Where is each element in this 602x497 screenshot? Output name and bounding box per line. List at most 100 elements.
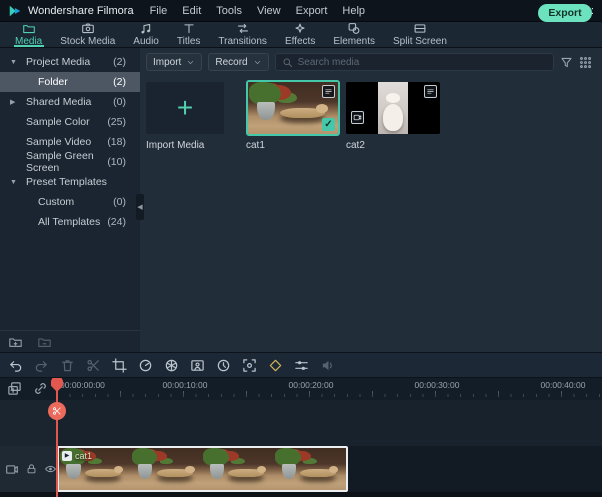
- delete-folder-icon[interactable]: [37, 335, 52, 349]
- menu-edit[interactable]: Edit: [182, 5, 201, 17]
- audio-mixer-icon[interactable]: [319, 357, 335, 373]
- music-notes-icon: [139, 22, 153, 35]
- timeline-clip-cat1[interactable]: ▶ cat1: [57, 446, 348, 492]
- add-folder-icon[interactable]: [8, 335, 23, 349]
- ruler-timestamp: 00:00:40:00: [541, 380, 586, 390]
- import-media-tile[interactable]: +: [146, 82, 224, 134]
- undo-icon[interactable]: [7, 357, 23, 373]
- sidebar-item-sample-video[interactable]: Sample Video (18): [0, 132, 140, 152]
- timeline-tools: [7, 381, 48, 396]
- media-panel: Import Record + Import Media ✓: [140, 48, 602, 352]
- filmora-window: Wondershare Filmora File Edit Tools View…: [0, 0, 602, 497]
- tab-effects[interactable]: Effects: [276, 22, 324, 47]
- chevron-right-icon[interactable]: ▶: [10, 98, 15, 106]
- search-input[interactable]: [298, 57, 547, 68]
- sidebar-item-all-templates[interactable]: All Templates (24): [0, 212, 140, 232]
- import-dropdown[interactable]: Import: [146, 53, 202, 71]
- timeline-ruler[interactable]: 00:00:00:00 00:00:10:00 00:00:20:00 00:0…: [0, 378, 602, 400]
- video-track-controls: [0, 446, 57, 492]
- sidebar-item-sample-color[interactable]: Sample Color (25): [0, 112, 140, 132]
- clip-frame: [131, 448, 203, 490]
- tab-transitions[interactable]: Transitions: [209, 22, 276, 47]
- grid-view-icon[interactable]: [579, 56, 592, 69]
- media-item-cat1[interactable]: ✓: [246, 80, 340, 136]
- transitions-arrows-icon: [236, 22, 250, 35]
- menu-items: File Edit Tools View Export Help: [150, 5, 365, 17]
- sidebar-item-sample-green-screen[interactable]: Sample Green Screen (10): [0, 152, 140, 172]
- speed-icon[interactable]: [137, 357, 153, 373]
- folder-icon: [22, 22, 36, 35]
- cat1-label: cat1: [246, 140, 265, 151]
- ruler-timestamp: 00:00:30:00: [415, 380, 460, 390]
- play-icon: ▶: [62, 451, 72, 461]
- adjust-icon[interactable]: [293, 357, 309, 373]
- ruler-timestamp: 00:00:00:00: [60, 380, 105, 390]
- tab-split-screen[interactable]: Split Screen: [384, 22, 456, 47]
- menu-export[interactable]: Export: [296, 5, 328, 17]
- playhead-split-button[interactable]: [48, 402, 66, 420]
- chevron-down-icon: [253, 58, 262, 67]
- sidebar-item-preset-templates[interactable]: ▼ Preset Templates: [0, 172, 140, 192]
- plus-icon: +: [177, 94, 193, 122]
- timeline-bottom-strip: [0, 492, 602, 497]
- link-icon[interactable]: [33, 381, 48, 396]
- redo-icon[interactable]: [33, 357, 49, 373]
- media-item-cat2[interactable]: [346, 82, 440, 134]
- media-info-badge-icon[interactable]: [322, 85, 335, 98]
- tab-media[interactable]: Media: [6, 22, 51, 47]
- media-toolbar: Import Record: [140, 48, 602, 76]
- ruler-minor-ticks: [57, 394, 602, 397]
- ruler-timestamp: 00:00:20:00: [289, 380, 334, 390]
- scissors-icon: [52, 406, 62, 416]
- green-screen-icon[interactable]: [189, 357, 205, 373]
- app-title: Wondershare Filmora: [28, 5, 134, 17]
- clip-frame: [203, 448, 275, 490]
- tab-audio[interactable]: Audio: [124, 22, 168, 47]
- titles-t-icon: [182, 22, 196, 35]
- filmora-logo-icon: [8, 4, 22, 18]
- keyframe-icon[interactable]: [267, 357, 283, 373]
- chevron-down-icon[interactable]: ▼: [10, 59, 17, 66]
- export-button[interactable]: Export: [538, 4, 592, 22]
- record-dropdown[interactable]: Record: [208, 53, 268, 71]
- video-track-1[interactable]: ▶ cat1: [57, 446, 602, 492]
- motion-track-icon[interactable]: [241, 357, 257, 373]
- menu-bar: Wondershare Filmora File Edit Tools View…: [0, 0, 602, 22]
- chevron-down-icon[interactable]: ▼: [10, 179, 17, 186]
- sidebar-item-folder[interactable]: Folder (2): [0, 72, 140, 92]
- filter-icon[interactable]: [560, 56, 573, 69]
- cut-icon[interactable]: [85, 357, 101, 373]
- menu-help[interactable]: Help: [342, 5, 365, 17]
- menu-file[interactable]: File: [150, 5, 168, 17]
- camera-badge-icon: [351, 111, 364, 124]
- sidebar-item-custom[interactable]: Custom (0): [0, 192, 140, 212]
- edit-toolbar: [0, 352, 602, 378]
- effects-sparkle-icon: [293, 22, 307, 35]
- sidebar-collapse-handle[interactable]: ◀: [136, 194, 144, 220]
- crop-icon[interactable]: [111, 357, 127, 373]
- stock-media-icon: [81, 22, 95, 35]
- media-info-badge-icon[interactable]: [424, 85, 437, 98]
- sidebar-item-shared-media[interactable]: ▶ Shared Media (0): [0, 92, 140, 112]
- menu-view[interactable]: View: [257, 5, 281, 17]
- delete-icon[interactable]: [59, 357, 75, 373]
- sidebar-footer: [0, 330, 140, 352]
- manage-tracks-icon[interactable]: [7, 381, 22, 396]
- import-media-label: Import Media: [146, 140, 204, 151]
- lock-icon[interactable]: [26, 463, 37, 475]
- tab-titles[interactable]: Titles: [168, 22, 210, 47]
- media-library-sidebar: ▼ Project Media (2) Folder (2) ▶ Shared …: [0, 48, 140, 352]
- tab-elements[interactable]: Elements: [324, 22, 384, 47]
- elements-shapes-icon: [347, 22, 361, 35]
- tab-stock-media[interactable]: Stock Media: [51, 22, 124, 47]
- color-icon[interactable]: [163, 357, 179, 373]
- split-screen-icon: [413, 22, 427, 35]
- cat2-label: cat2: [346, 140, 365, 151]
- search-box[interactable]: [275, 53, 554, 71]
- menu-tools[interactable]: Tools: [216, 5, 242, 17]
- sidebar-item-project-media[interactable]: ▼ Project Media (2): [0, 52, 140, 72]
- playhead-line[interactable]: [56, 378, 58, 497]
- selected-check-icon[interactable]: ✓: [322, 118, 335, 131]
- ruler-timestamp: 00:00:10:00: [163, 380, 208, 390]
- duration-icon[interactable]: [215, 357, 231, 373]
